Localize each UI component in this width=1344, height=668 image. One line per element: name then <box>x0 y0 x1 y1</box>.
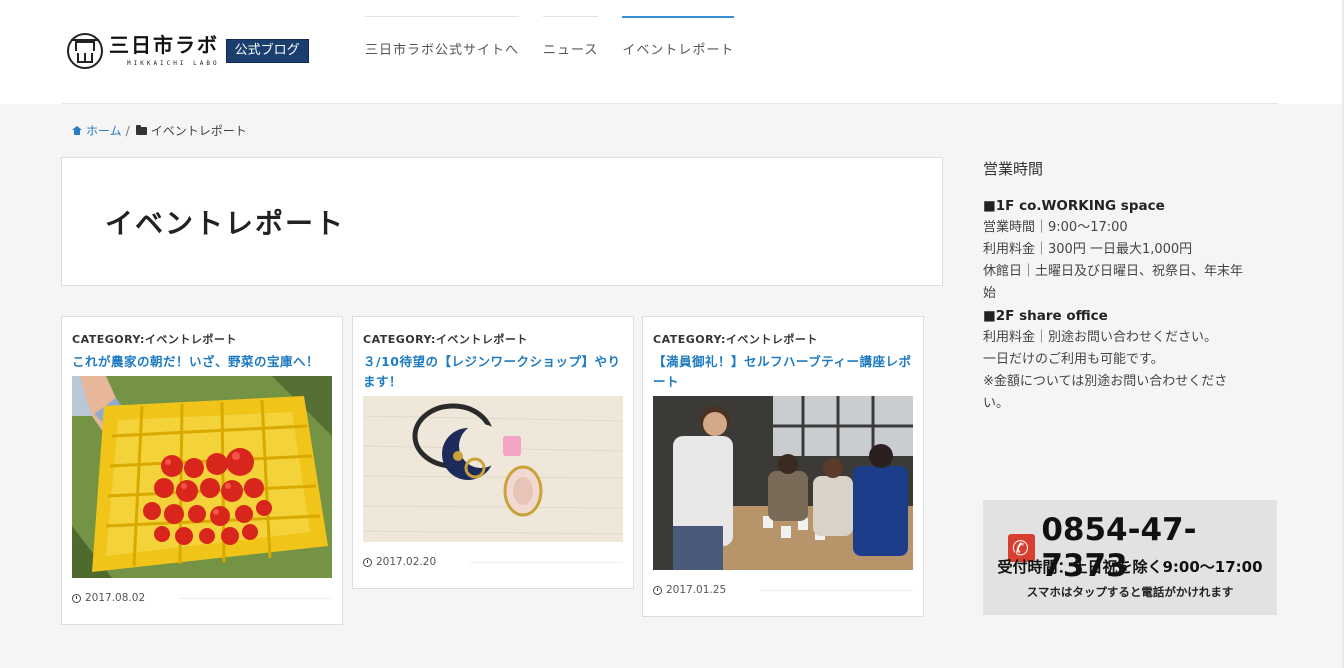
clock-icon <box>363 557 372 567</box>
post-card[interactable]: CATEGORY:イベントレポート これが農家の朝だ！いざ、野菜の宝庫へ！ 20… <box>61 316 343 625</box>
post-card[interactable]: CATEGORY:イベントレポート ３/10待望の【レジンワークショップ】やりま… <box>352 316 634 589</box>
post-title[interactable]: これが農家の朝だ！いざ、野菜の宝庫へ！ <box>72 352 332 372</box>
post-date-text: 2017.08.02 <box>85 592 146 604</box>
logo-badge: 公式ブログ <box>225 39 309 63</box>
phone-hours: 受付時間：土日祝を除く9:00〜17:00 <box>997 558 1263 576</box>
post-thumbnail[interactable] <box>72 376 332 578</box>
sidebar-line: ■2F share office <box>983 308 1108 324</box>
post-date-text: 2017.02.20 <box>376 556 437 568</box>
logo-name: 三日市ラボ <box>109 33 219 57</box>
post-title[interactable]: 【満員御礼！】セルフハーブティー講座レポート <box>653 352 913 392</box>
logo-subtitle: MIKKAICHI LABO <box>127 60 220 67</box>
sidebar-line: ※金額については別途お問い合わせくださ <box>983 374 1228 389</box>
sidebar-line: い。 <box>983 396 1010 411</box>
main-nav: 三日市ラボ公式サイトへ ニュース イベントレポート <box>365 16 758 68</box>
post-category[interactable]: CATEGORY:イベントレポート <box>653 331 913 347</box>
breadcrumb-separator: / <box>125 123 130 138</box>
sidebar-line: 休館日｜土曜日及び日曜日、祝祭日、年末年 <box>983 264 1244 279</box>
sidebar-line: 営業時間｜9:00〜17:00 <box>983 220 1128 235</box>
page-title-box: イベントレポート <box>61 157 943 286</box>
breadcrumb-home[interactable]: ホーム <box>72 122 122 139</box>
post-thumbnail[interactable] <box>363 396 623 542</box>
post-category[interactable]: CATEGORY:イベントレポート <box>72 331 332 347</box>
post-date: 2017.02.20 <box>363 556 436 568</box>
date-divider <box>179 597 332 599</box>
breadcrumb-current: イベントレポート <box>150 124 247 138</box>
sidebar-line: 利用料金｜300円 一日最大1,000円 <box>983 242 1193 257</box>
home-icon <box>72 126 82 135</box>
sidebar-heading: 営業時間 <box>983 160 1044 178</box>
nav-item-official-site[interactable]: 三日市ラボ公式サイトへ <box>365 16 520 68</box>
logo-house-icon <box>67 33 103 69</box>
sidebar-line: ■1F co.WORKING space <box>983 198 1165 214</box>
phone-contact-banner[interactable]: 0854-47-7373 受付時間：土日祝を除く9:00〜17:00 スマホはタ… <box>983 500 1277 615</box>
nav-item-event-report[interactable]: イベントレポート <box>622 16 735 68</box>
post-title[interactable]: ３/10待望の【レジンワークショップ】やります！ <box>363 352 623 392</box>
post-card[interactable]: CATEGORY:イベントレポート 【満員御礼！】セルフハーブティー講座レポート <box>642 316 924 617</box>
post-thumbnail[interactable] <box>653 396 913 570</box>
date-divider <box>760 589 913 591</box>
clock-icon <box>72 593 81 603</box>
post-date: 2017.01.25 <box>653 584 726 596</box>
post-date: 2017.08.02 <box>72 592 145 604</box>
nav-item-news[interactable]: ニュース <box>543 16 599 68</box>
sidebar-line: 利用料金｜別途お問い合わせください。 <box>983 330 1218 345</box>
date-divider <box>470 561 623 563</box>
page-title: イベントレポート <box>105 207 346 240</box>
sidebar-line: 一日だけのご利用も可能です。 <box>983 352 1164 367</box>
phone-note: スマホはタップすると電話がかけれます <box>1026 585 1234 599</box>
post-category[interactable]: CATEGORY:イベントレポート <box>363 331 623 347</box>
header-divider <box>62 103 1278 104</box>
breadcrumb-home-label[interactable]: ホーム <box>86 122 122 139</box>
breadcrumb: ホーム / イベントレポート <box>72 122 247 139</box>
sidebar-line: 始 <box>983 286 997 301</box>
sidebar-business-hours: 営業時間 ■1F co.WORKING space 営業時間｜9:00〜17:0… <box>983 158 1273 415</box>
folder-icon <box>135 124 147 135</box>
site-logo[interactable]: 三日市ラボ MIKKAICHI LABO 公式ブログ <box>67 33 309 73</box>
post-date-text: 2017.01.25 <box>666 584 727 596</box>
clock-icon <box>653 585 662 595</box>
site-header: 三日市ラボ MIKKAICHI LABO 公式ブログ 三日市ラボ公式サイトへ ニ… <box>0 0 1344 104</box>
